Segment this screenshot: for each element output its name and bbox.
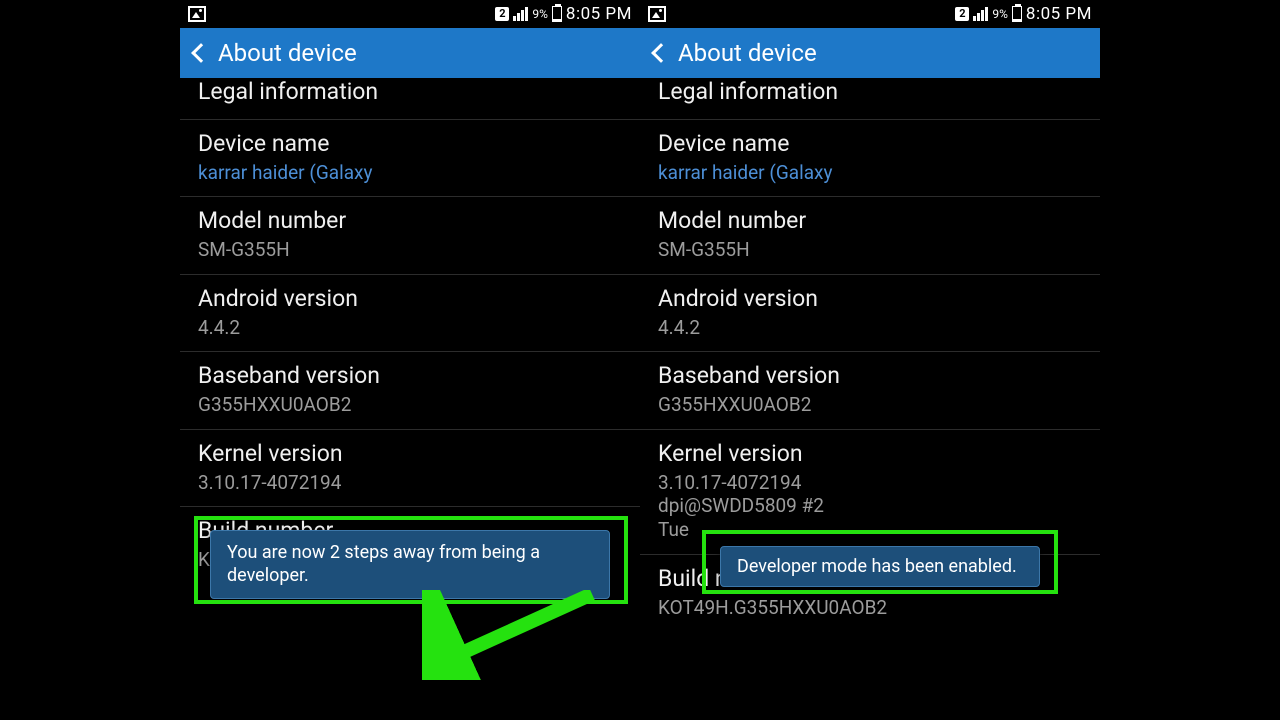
- row-android-version[interactable]: Android version 4.4.2: [180, 275, 640, 353]
- back-icon[interactable]: [191, 43, 211, 63]
- clock: 8:05 PM: [1026, 4, 1092, 24]
- signal-icon: [513, 7, 528, 21]
- battery-icon: [552, 6, 562, 22]
- row-legal-information[interactable]: Legal information: [640, 78, 1100, 120]
- signal-icon: [973, 7, 988, 21]
- row-label: Kernel version: [658, 440, 1082, 469]
- row-value: G355HXXU0AOB2: [198, 393, 622, 417]
- status-bar: 2 9% 8:05 PM: [180, 0, 640, 28]
- row-value: 4.4.2: [658, 316, 1082, 340]
- clock: 8:05 PM: [566, 4, 632, 24]
- back-icon[interactable]: [651, 43, 671, 63]
- phone-right: 2 9% 8:05 PM About device Legal informat…: [640, 0, 1100, 720]
- row-kernel-version[interactable]: Kernel version 3.10.17-4072194 dpi@SWDD5…: [640, 430, 1100, 555]
- row-device-name[interactable]: Device name karrar haider (Galaxy: [180, 120, 640, 198]
- toast-developer-enabled: Developer mode has been enabled.: [720, 546, 1040, 587]
- row-legal-information[interactable]: Legal information: [180, 78, 640, 120]
- row-label: Baseband version: [198, 362, 622, 391]
- row-baseband-version[interactable]: Baseband version G355HXXU0AOB2: [640, 352, 1100, 430]
- page-title: About device: [678, 39, 817, 67]
- row-label: Model number: [198, 207, 622, 236]
- status-bar: 2 9% 8:05 PM: [640, 0, 1100, 28]
- row-label: Baseband version: [658, 362, 1082, 391]
- row-label: Legal information: [658, 78, 1082, 107]
- row-baseband-version[interactable]: Baseband version G355HXXU0AOB2: [180, 352, 640, 430]
- row-value: G355HXXU0AOB2: [658, 393, 1082, 417]
- title-bar[interactable]: About device: [640, 28, 1100, 78]
- row-label: Device name: [198, 130, 622, 159]
- battery-percent: 9%: [992, 7, 1008, 21]
- settings-list[interactable]: Legal information Device name karrar hai…: [640, 78, 1100, 720]
- row-value: KOT49H.G355HXXU0AOB2: [658, 596, 1082, 620]
- row-device-name[interactable]: Device name karrar haider (Galaxy: [640, 120, 1100, 198]
- row-value: karrar haider (Galaxy: [198, 161, 622, 185]
- settings-list[interactable]: Legal information Device name karrar hai…: [180, 78, 640, 720]
- picture-icon: [188, 6, 206, 22]
- row-value: karrar haider (Galaxy: [658, 161, 1082, 185]
- row-label: Model number: [658, 207, 1082, 236]
- row-model-number[interactable]: Model number SM-G355H: [640, 197, 1100, 275]
- row-label: Legal information: [198, 78, 622, 107]
- toast-text: Developer mode has been enabled.: [737, 556, 1017, 577]
- toast-text: You are now 2 steps away from being a de…: [227, 542, 540, 586]
- row-value: 3.10.17-4072194 dpi@SWDD5809 #2 Tue: [658, 471, 1082, 542]
- row-label: Device name: [658, 130, 1082, 159]
- row-label: Android version: [658, 285, 1082, 314]
- row-value: SM-G355H: [198, 238, 622, 262]
- sim-indicator: 2: [955, 7, 969, 21]
- row-value: SM-G355H: [658, 238, 1082, 262]
- row-label: Kernel version: [198, 440, 622, 469]
- row-kernel-version[interactable]: Kernel version 3.10.17-4072194: [180, 430, 640, 508]
- row-model-number[interactable]: Model number SM-G355H: [180, 197, 640, 275]
- battery-icon: [1012, 6, 1022, 22]
- battery-percent: 9%: [532, 7, 548, 21]
- row-value: 3.10.17-4072194: [198, 471, 622, 495]
- title-bar[interactable]: About device: [180, 28, 640, 78]
- toast-developer-steps: You are now 2 steps away from being a de…: [210, 530, 610, 599]
- page-title: About device: [218, 39, 357, 67]
- row-android-version[interactable]: Android version 4.4.2: [640, 275, 1100, 353]
- picture-icon: [648, 6, 666, 22]
- sim-indicator: 2: [495, 7, 509, 21]
- row-label: Android version: [198, 285, 622, 314]
- row-value: 4.4.2: [198, 316, 622, 340]
- phone-left: 2 9% 8:05 PM About device Legal informat…: [180, 0, 640, 720]
